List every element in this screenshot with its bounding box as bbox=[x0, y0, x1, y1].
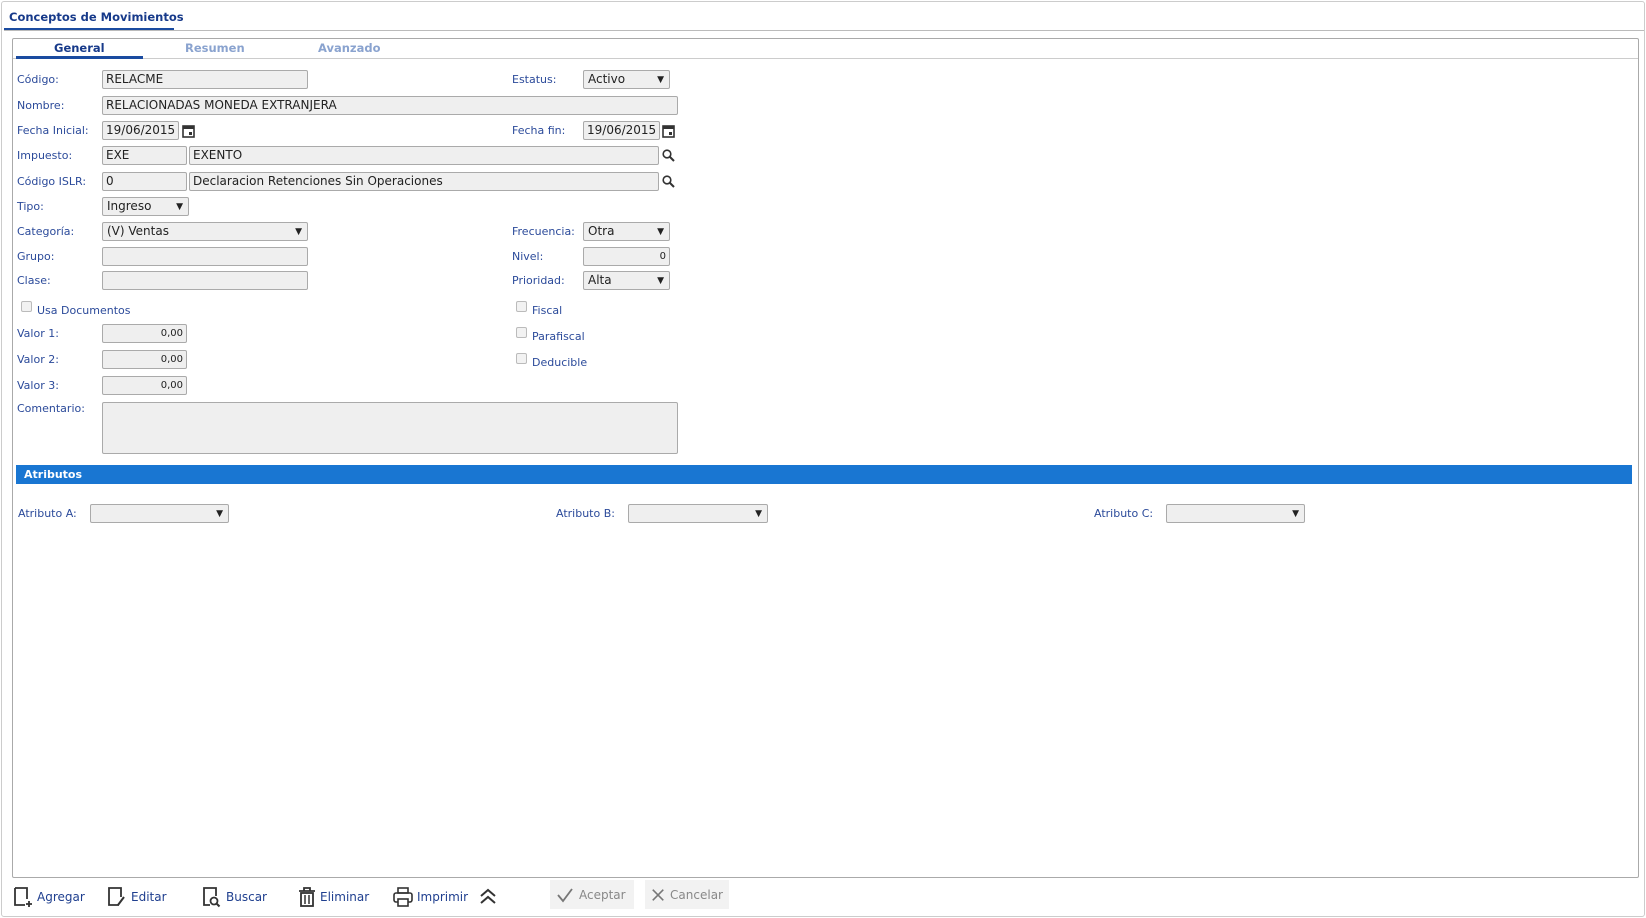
atributo-a-label: Atributo A: bbox=[18, 507, 77, 520]
fecha-fin-input[interactable]: 19/06/2015 bbox=[583, 121, 660, 140]
valor2-input[interactable]: 0,00 bbox=[102, 350, 187, 369]
codigo-label: Código: bbox=[17, 73, 59, 86]
comentario-label: Comentario: bbox=[17, 402, 85, 415]
edit-document-icon bbox=[108, 887, 125, 906]
dropdown-arrow-icon: ▼ bbox=[216, 509, 223, 519]
parafiscal-label: Parafiscal bbox=[532, 330, 585, 343]
valor3-input[interactable]: 0,00 bbox=[102, 376, 187, 395]
search-icon[interactable] bbox=[662, 175, 675, 188]
valor3-label: Valor 3: bbox=[17, 379, 59, 392]
tab-avanzado[interactable]: Avanzado bbox=[318, 41, 381, 55]
deducible-label: Deducible bbox=[532, 356, 588, 369]
parafiscal-checkbox[interactable] bbox=[516, 327, 527, 338]
estatus-label: Estatus: bbox=[512, 73, 557, 86]
eliminar-label: Eliminar bbox=[320, 890, 370, 904]
grupo-input[interactable] bbox=[102, 247, 308, 266]
editar-button[interactable]: Editar bbox=[107, 886, 167, 908]
fecha-inicial-label: Fecha Inicial: bbox=[17, 124, 89, 137]
codigo-islr-description-input[interactable]: Declaracion Retenciones Sin Operaciones bbox=[189, 172, 659, 191]
estatus-select[interactable]: Activo ▼ bbox=[583, 70, 670, 89]
grupo-label: Grupo: bbox=[17, 250, 55, 263]
categoria-label: Categoría: bbox=[17, 225, 75, 238]
nivel-label: Nivel: bbox=[512, 250, 544, 263]
title-divider bbox=[4, 30, 1644, 31]
codigo-islr-label: Código ISLR: bbox=[17, 175, 87, 188]
dropdown-arrow-icon: ▼ bbox=[657, 227, 664, 237]
nombre-input[interactable]: RELACIONADAS MONEDA EXTRANJERA bbox=[102, 96, 678, 115]
usa-documentos-checkbox[interactable] bbox=[21, 301, 32, 312]
imprimir-label: Imprimir bbox=[417, 890, 469, 904]
estatus-value: Activo bbox=[588, 72, 626, 86]
valor1-input[interactable]: 0,00 bbox=[102, 324, 187, 343]
atributo-b-label: Atributo B: bbox=[556, 507, 615, 520]
fecha-inicial-input[interactable]: 19/06/2015 bbox=[102, 121, 179, 140]
editar-label: Editar bbox=[131, 890, 167, 904]
tipo-value: Ingreso bbox=[107, 199, 152, 213]
prioridad-value: Alta bbox=[588, 273, 612, 287]
atributo-c-select[interactable]: ▼ bbox=[1166, 504, 1305, 523]
fecha-fin-label: Fecha fin: bbox=[512, 124, 566, 137]
impuesto-description-input[interactable]: EXENTO bbox=[189, 146, 659, 165]
tipo-select[interactable]: Ingreso ▼ bbox=[102, 197, 189, 216]
buscar-label: Buscar bbox=[226, 890, 267, 904]
valor2-label: Valor 2: bbox=[17, 353, 59, 366]
check-icon bbox=[557, 887, 573, 902]
atributo-a-select[interactable]: ▼ bbox=[90, 504, 229, 523]
tab-general[interactable]: General bbox=[54, 41, 105, 55]
dropdown-arrow-icon: ▼ bbox=[657, 276, 664, 286]
frecuencia-select[interactable]: Otra ▼ bbox=[583, 222, 670, 241]
dropdown-arrow-icon: ▼ bbox=[1292, 509, 1299, 519]
collapse-chevron-icon[interactable] bbox=[478, 887, 498, 905]
tab-resumen[interactable]: Resumen bbox=[185, 41, 245, 55]
comentario-textarea[interactable] bbox=[102, 402, 678, 454]
usa-documentos-label: Usa Documentos bbox=[37, 304, 131, 317]
window-title[interactable]: Conceptos de Movimientos bbox=[9, 10, 184, 24]
nivel-input[interactable]: 0 bbox=[583, 247, 670, 266]
atributos-section-header: Atributos bbox=[16, 465, 1632, 484]
agregar-label: Agregar bbox=[37, 890, 85, 904]
aceptar-button[interactable]: Aceptar bbox=[550, 880, 634, 909]
trash-icon bbox=[299, 887, 315, 907]
agregar-button[interactable]: Agregar bbox=[13, 886, 85, 908]
buscar-button[interactable]: Buscar bbox=[202, 886, 267, 908]
atributo-c-label: Atributo C: bbox=[1094, 507, 1154, 520]
fiscal-label: Fiscal bbox=[532, 304, 563, 317]
imprimir-button[interactable]: Imprimir bbox=[393, 886, 468, 908]
cancelar-button[interactable]: Cancelar bbox=[645, 880, 729, 909]
active-tab-indicator bbox=[16, 56, 143, 59]
dropdown-arrow-icon: ▼ bbox=[755, 509, 762, 519]
prioridad-select[interactable]: Alta ▼ bbox=[583, 271, 670, 290]
codigo-islr-code-input[interactable]: 0 bbox=[102, 172, 187, 191]
categoria-value: (V) Ventas bbox=[107, 224, 169, 238]
tipo-label: Tipo: bbox=[17, 200, 44, 213]
search-icon[interactable] bbox=[662, 149, 675, 162]
frecuencia-value: Otra bbox=[588, 224, 615, 238]
frecuencia-label: Frecuencia: bbox=[512, 225, 575, 238]
impuesto-code-input[interactable]: EXE bbox=[102, 146, 187, 165]
codigo-input[interactable]: RELACME bbox=[102, 70, 308, 89]
aceptar-label: Aceptar bbox=[579, 887, 626, 902]
calendar-icon[interactable] bbox=[182, 124, 195, 138]
dropdown-arrow-icon: ▼ bbox=[657, 75, 664, 85]
dropdown-arrow-icon: ▼ bbox=[295, 227, 302, 237]
categoria-select[interactable]: (V) Ventas ▼ bbox=[102, 222, 308, 241]
search-document-icon bbox=[203, 887, 221, 908]
clase-input[interactable] bbox=[102, 271, 308, 290]
dropdown-arrow-icon: ▼ bbox=[176, 202, 183, 212]
close-icon bbox=[652, 888, 664, 901]
prioridad-label: Prioridad: bbox=[512, 274, 565, 287]
eliminar-button[interactable]: Eliminar bbox=[298, 886, 369, 908]
nombre-label: Nombre: bbox=[17, 99, 65, 112]
printer-icon bbox=[393, 887, 413, 907]
valor1-label: Valor 1: bbox=[17, 327, 59, 340]
clase-label: Clase: bbox=[17, 274, 51, 287]
deducible-checkbox[interactable] bbox=[516, 353, 527, 364]
tab-divider bbox=[13, 58, 1638, 59]
cancelar-label: Cancelar bbox=[670, 887, 723, 902]
atributo-b-select[interactable]: ▼ bbox=[628, 504, 768, 523]
add-document-icon bbox=[14, 887, 32, 907]
fiscal-checkbox[interactable] bbox=[516, 301, 527, 312]
calendar-icon[interactable] bbox=[662, 124, 675, 138]
impuesto-label: Impuesto: bbox=[17, 149, 73, 162]
